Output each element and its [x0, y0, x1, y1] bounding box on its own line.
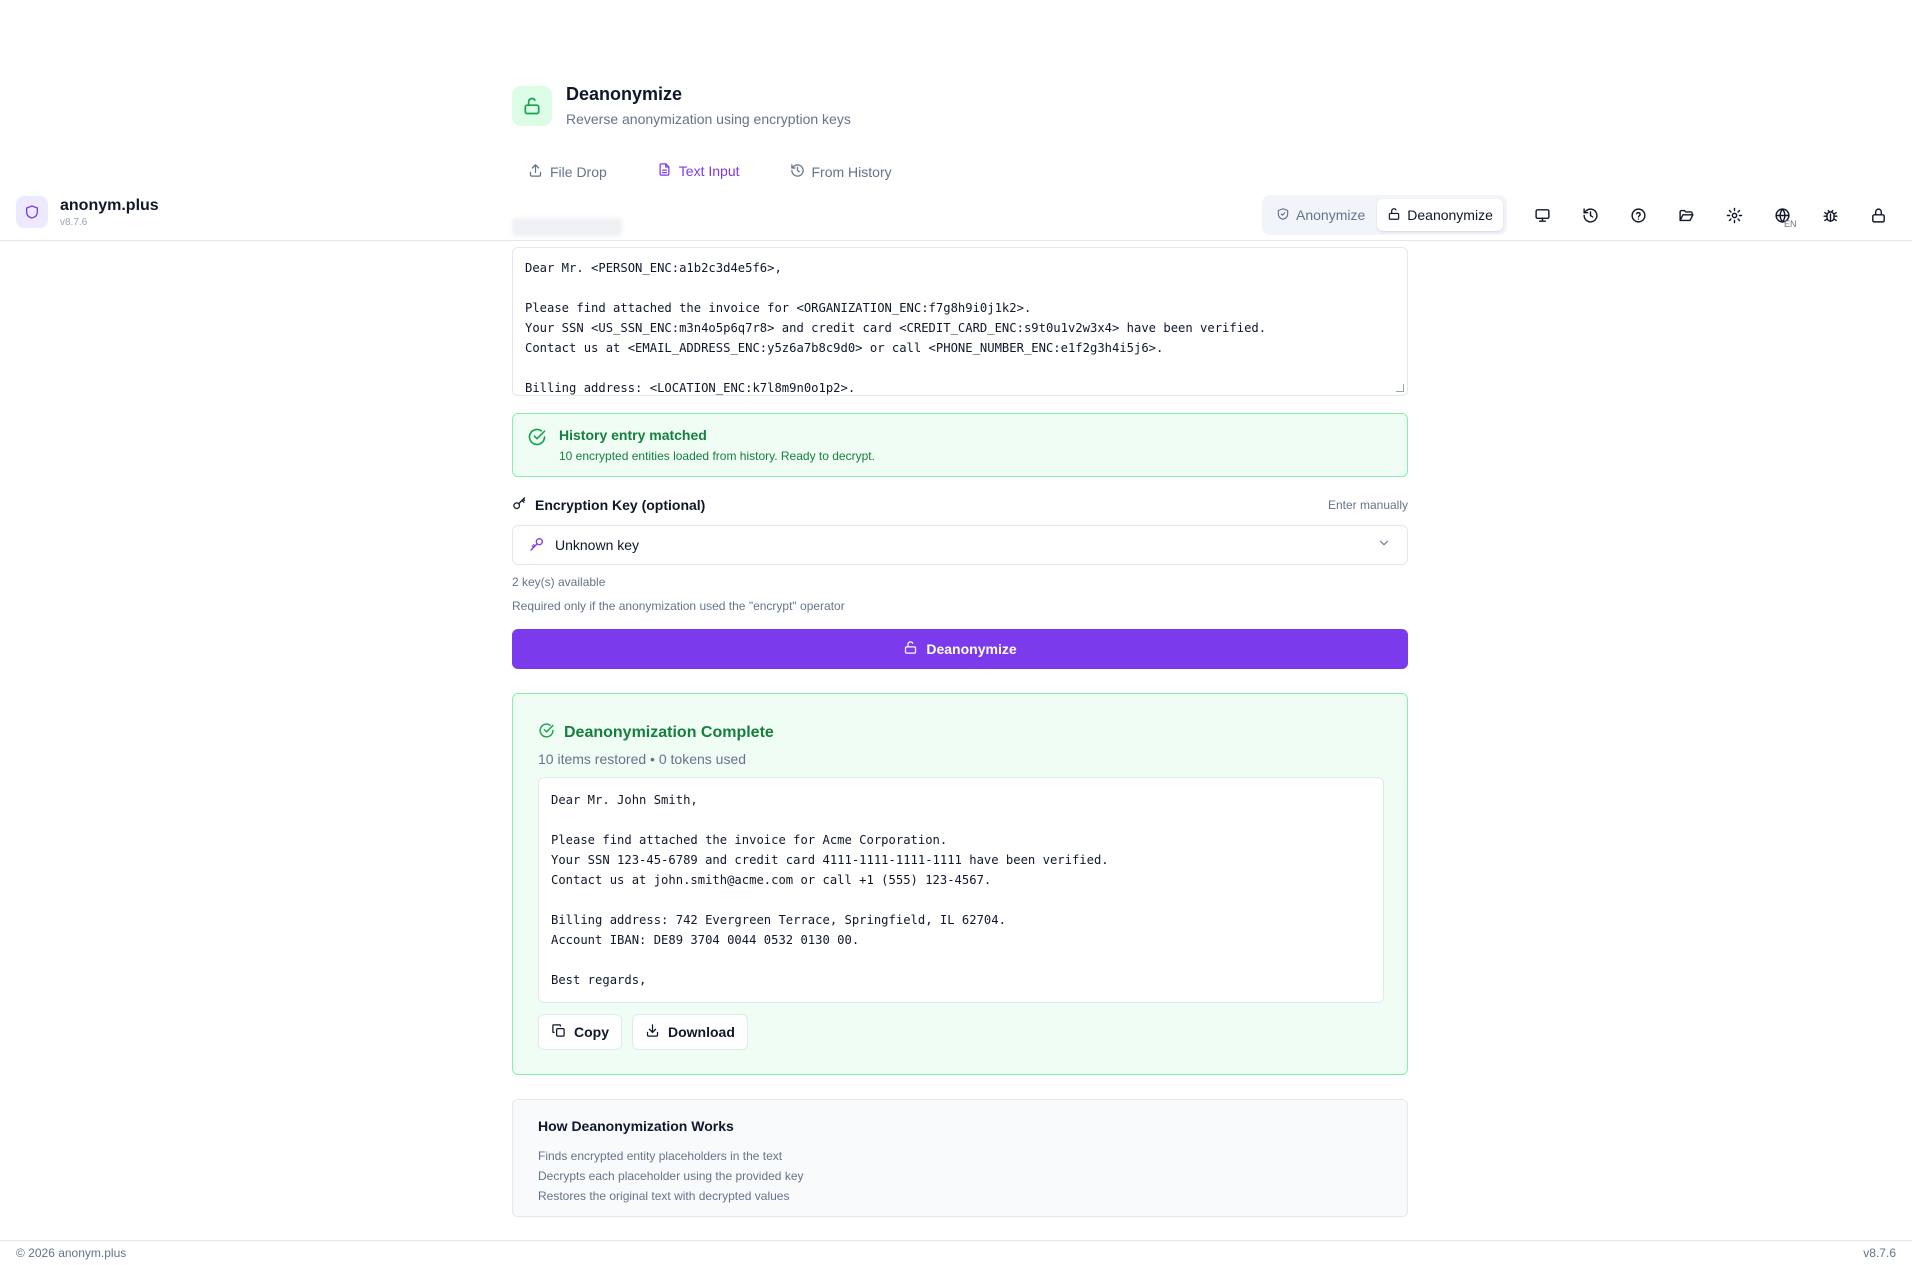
result-actions: Copy Download	[538, 1014, 748, 1050]
history-icon	[790, 163, 805, 181]
encryption-key-select[interactable]: Unknown key	[512, 525, 1408, 565]
unlock-icon	[903, 640, 918, 658]
page-header: Deanonymize Reverse anonymization using …	[512, 84, 851, 127]
monitor-icon[interactable]	[1530, 203, 1554, 227]
history-icon[interactable]	[1578, 203, 1602, 227]
folder-open-icon[interactable]	[1674, 203, 1698, 227]
selected-key: Unknown key	[555, 537, 640, 553]
how-step: Finds encrypted entity placeholders in t…	[538, 1149, 783, 1163]
download-label: Download	[668, 1024, 735, 1040]
resize-handle[interactable]	[1396, 384, 1404, 392]
tab-label: File Drop	[550, 164, 607, 180]
mode-anonymize-button[interactable]: Anonymize	[1266, 199, 1375, 231]
enter-manually-link[interactable]: Enter manually	[1328, 498, 1408, 512]
input-tabs: File Drop Text Input From History	[512, 156, 906, 192]
encryption-key-label-text: Encryption Key (optional)	[535, 497, 706, 513]
tab-from-history[interactable]: From History	[774, 156, 906, 192]
file-text-icon	[657, 162, 672, 180]
download-icon	[645, 1023, 660, 1041]
unlock-icon	[512, 85, 552, 126]
brand[interactable]: anonym.plus v8.7.6	[16, 196, 159, 228]
globe-icon[interactable]: EN	[1770, 203, 1797, 229]
result-text-output[interactable]: Dear Mr. John Smith, Please find attache…	[538, 777, 1384, 1003]
deanonymize-button[interactable]: Deanonymize	[512, 629, 1408, 669]
copy-label: Copy	[574, 1024, 609, 1040]
tab-file-drop[interactable]: File Drop	[512, 156, 621, 192]
shield-icon	[16, 196, 48, 228]
result-panel: Deanonymization Complete 10 items restor…	[512, 693, 1408, 1075]
bug-icon[interactable]	[1818, 203, 1842, 227]
result-title: Deanonymization Complete	[564, 724, 774, 741]
match-title: History entry matched	[559, 427, 707, 443]
tab-label: Text Input	[678, 163, 740, 179]
check-circle-icon	[527, 427, 547, 463]
footer: © 2026 anonym.plus v8.7.6	[0, 1240, 1912, 1265]
anonymized-text-input[interactable]: Dear Mr. <PERSON_ENC:a1b2c3d4e5f6>, Plea…	[512, 247, 1408, 396]
result-header: Deanonymization Complete	[538, 722, 774, 744]
gear-icon[interactable]	[1722, 203, 1746, 227]
brand-version: v8.7.6	[60, 216, 88, 228]
page-title: Deanonymize	[566, 84, 683, 104]
key-hint: Required only if the anonymization used …	[512, 599, 845, 613]
encryption-key-label: Encryption Key (optional)	[512, 496, 705, 514]
tab-label: From History	[811, 164, 892, 180]
how-it-works-panel: How Deanonymization Works Finds encrypte…	[512, 1099, 1408, 1217]
tab-text-input[interactable]: Text Input	[640, 156, 754, 192]
faded-label	[512, 218, 622, 236]
key-icon	[512, 496, 527, 514]
result-meta: 10 items restored • 0 tokens used	[538, 751, 747, 767]
mode-deanonymize-button[interactable]: Deanonymize	[1377, 199, 1503, 231]
toolbar-icons: EN	[1530, 203, 1890, 229]
lock-icon[interactable]	[1866, 203, 1890, 227]
brand-name: anonym.plus	[60, 196, 159, 214]
result-text: Dear Mr. John Smith, Please find attache…	[551, 793, 1109, 987]
mode-deanonymize-label: Deanonymize	[1407, 207, 1493, 223]
mode-anonymize-label: Anonymize	[1296, 207, 1366, 223]
footer-copyright: © 2026 anonym.plus	[16, 1246, 127, 1260]
copy-button[interactable]: Copy	[538, 1014, 622, 1050]
download-button[interactable]: Download	[632, 1014, 748, 1050]
deanonymize-label: Deanonymize	[926, 641, 1017, 657]
help-icon[interactable]	[1626, 203, 1650, 227]
how-title: How Deanonymization Works	[538, 1118, 734, 1134]
shield-check-icon	[1276, 207, 1290, 224]
check-circle-icon	[538, 722, 555, 744]
keys-available: 2 key(s) available	[512, 575, 606, 589]
unlock-icon	[1387, 207, 1401, 224]
key-icon	[529, 536, 545, 555]
encryption-key-header: Encryption Key (optional) Enter manually	[512, 496, 1408, 514]
upload-icon	[528, 163, 543, 181]
top-bar: anonym.plus v8.7.6 Anonymize Deanonymize	[0, 190, 1912, 241]
match-description: 10 encrypted entities loaded from histor…	[559, 449, 875, 463]
language-code: EN	[1784, 219, 1797, 229]
chevron-down-icon	[1377, 536, 1391, 555]
copy-icon	[551, 1023, 566, 1041]
footer-version: v8.7.6	[1863, 1246, 1896, 1260]
how-step: Decrypts each placeholder using the prov…	[538, 1169, 804, 1183]
mode-switch: Anonymize Deanonymize	[1262, 195, 1507, 235]
history-match-alert: History entry matched 10 encrypted entit…	[512, 413, 1408, 477]
how-step: Restores the original text with decrypte…	[538, 1189, 790, 1203]
input-text: Dear Mr. <PERSON_ENC:a1b2c3d4e5f6>, Plea…	[525, 261, 1267, 395]
page-subtitle: Reverse anonymization using encryption k…	[566, 111, 851, 127]
